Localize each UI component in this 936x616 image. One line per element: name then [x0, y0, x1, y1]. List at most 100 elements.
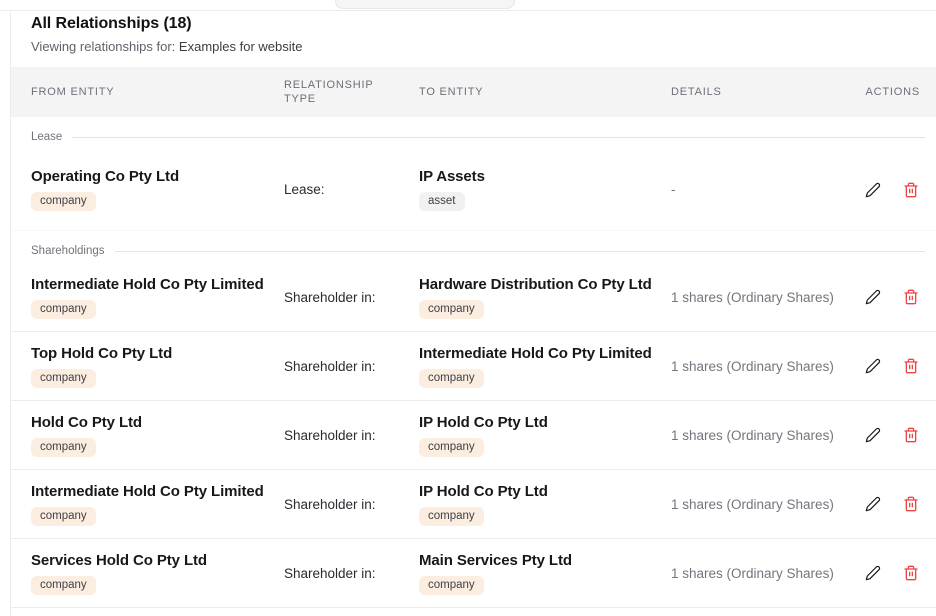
edit-button[interactable]: [864, 181, 881, 198]
from-entity-name: Services Hold Co Pty Ltd: [31, 552, 284, 570]
column-header-relationship-type: RELATIONSHIP TYPE: [284, 78, 384, 106]
section-header: Shareholdings: [11, 231, 936, 263]
to-entity-cell: Main Services Pty Ltd company: [419, 552, 671, 595]
edit-button[interactable]: [864, 565, 881, 582]
to-entity-cell: Hardware Distribution Co Pty Ltd company: [419, 276, 671, 319]
column-header-details: DETAILS: [671, 85, 856, 99]
from-entity-type-badge: company: [31, 300, 96, 319]
relationship-type-cell: Lease:: [284, 182, 419, 197]
to-entity-name: Hardware Distribution Co Pty Ltd: [419, 276, 671, 294]
trash-icon: [903, 289, 919, 305]
to-entity-type-badge: company: [419, 300, 484, 319]
edit-button[interactable]: [864, 358, 881, 375]
section-label: Lease: [31, 131, 62, 143]
relationship-row: Intermediate Hold Co Pty Limited company…: [11, 263, 936, 332]
trash-icon: [903, 496, 919, 512]
from-entity-type-badge: company: [31, 507, 96, 526]
delete-button[interactable]: [902, 427, 919, 444]
relationship-row: Hold Co Pty Ltd company Shareholder in: …: [11, 401, 936, 470]
delete-button[interactable]: [902, 289, 919, 306]
from-entity-type-badge: company: [31, 576, 96, 595]
details-cell: 1 shares (Ordinary Shares): [671, 566, 856, 581]
edit-button[interactable]: [864, 427, 881, 444]
column-header-from-entity: FROM ENTITY: [31, 85, 284, 99]
to-entity-name: IP Hold Co Pty Ltd: [419, 483, 671, 501]
details-cell: 1 shares (Ordinary Shares): [671, 359, 856, 374]
actions-cell: [856, 496, 936, 513]
delete-button[interactable]: [902, 565, 919, 582]
from-entity-type-badge: company: [31, 369, 96, 388]
to-entity-cell: IP Assets asset: [419, 168, 671, 211]
from-entity-type-badge: company: [31, 438, 96, 457]
trash-icon: [903, 427, 919, 443]
from-entity-name: Intermediate Hold Co Pty Limited: [31, 483, 284, 501]
to-entity-name: IP Assets: [419, 168, 671, 186]
details-cell: 1 shares (Ordinary Shares): [671, 497, 856, 512]
relationships-panel: All Relationships (18) Viewing relations…: [10, 11, 936, 616]
actions-cell: [856, 289, 936, 306]
to-entity-cell: IP Hold Co Pty Ltd company: [419, 483, 671, 526]
relationship-type-cell: Shareholder in:: [284, 290, 419, 305]
delete-button[interactable]: [902, 496, 919, 513]
details-cell: 1 shares (Ordinary Shares): [671, 290, 856, 305]
relationship-type-cell: Shareholder in:: [284, 428, 419, 443]
pencil-icon: [865, 427, 881, 443]
section-divider-line: [72, 137, 925, 138]
panel-header: All Relationships (18) Viewing relations…: [11, 11, 936, 54]
trash-icon: [903, 565, 919, 581]
column-header-to-entity: TO ENTITY: [419, 85, 671, 99]
relationship-row: Services Hold Co Pty Ltd company Shareho…: [11, 539, 936, 608]
relationship-row: Operating Co Pty Ltd company Lease: IP A…: [11, 149, 936, 231]
page-subtitle: Viewing relationships for: Examples for …: [31, 39, 916, 54]
from-entity-name: Top Hold Co Pty Ltd: [31, 345, 284, 363]
to-entity-cell: Intermediate Hold Co Pty Limited company: [419, 345, 671, 388]
to-entity-name: Main Services Pty Ltd: [419, 552, 671, 570]
to-entity-type-badge: company: [419, 369, 484, 388]
from-entity-cell: Intermediate Hold Co Pty Limited company: [31, 276, 284, 319]
relationship-row: Top Hold Co Pty Ltd company Shareholder …: [11, 332, 936, 401]
relationship-row: Intermediate Hold Co Pty Limited company…: [11, 470, 936, 539]
edit-button[interactable]: [864, 496, 881, 513]
to-entity-name: Intermediate Hold Co Pty Limited: [419, 345, 671, 363]
from-entity-name: Intermediate Hold Co Pty Limited: [31, 276, 284, 294]
from-entity-cell: Operating Co Pty Ltd company: [31, 168, 284, 211]
pencil-icon: [865, 496, 881, 512]
subtitle-entity-name: Examples for website: [179, 39, 303, 54]
section-divider-line: [115, 251, 925, 252]
from-entity-name: Operating Co Pty Ltd: [31, 168, 284, 186]
from-entity-cell: Top Hold Co Pty Ltd company: [31, 345, 284, 388]
to-entity-type-badge: company: [419, 438, 484, 457]
actions-cell: [856, 358, 936, 375]
edit-button[interactable]: [864, 289, 881, 306]
from-entity-name: Hold Co Pty Ltd: [31, 414, 284, 432]
to-entity-cell: IP Hold Co Pty Ltd company: [419, 414, 671, 457]
relationship-type-cell: Shareholder in:: [284, 497, 419, 512]
details-cell: 1 shares (Ordinary Shares): [671, 428, 856, 443]
column-header-actions: ACTIONS: [856, 85, 936, 99]
delete-button[interactable]: [902, 181, 919, 198]
trash-icon: [903, 182, 919, 198]
section-label: Shareholdings: [31, 245, 105, 257]
details-cell: -: [671, 182, 856, 197]
delete-button[interactable]: [902, 358, 919, 375]
actions-cell: [856, 427, 936, 444]
from-entity-cell: Intermediate Hold Co Pty Limited company: [31, 483, 284, 526]
table-header: FROM ENTITY RELATIONSHIP TYPE TO ENTITY …: [11, 67, 936, 117]
subtitle-prefix: Viewing relationships for:: [31, 39, 175, 54]
pencil-icon: [865, 358, 881, 374]
to-entity-name: IP Hold Co Pty Ltd: [419, 414, 671, 432]
from-entity-cell: Services Hold Co Pty Ltd company: [31, 552, 284, 595]
actions-cell: [856, 181, 936, 198]
cropped-top-control[interactable]: [335, 0, 515, 9]
relationship-type-cell: Shareholder in:: [284, 566, 419, 581]
to-entity-type-badge: company: [419, 576, 484, 595]
pencil-icon: [865, 565, 881, 581]
pencil-icon: [865, 182, 881, 198]
page-title: All Relationships (18): [31, 14, 916, 34]
from-entity-cell: Hold Co Pty Ltd company: [31, 414, 284, 457]
table-body: Lease Operating Co Pty Ltd company Lease…: [11, 117, 936, 608]
pencil-icon: [865, 289, 881, 305]
to-entity-type-badge: company: [419, 507, 484, 526]
trash-icon: [903, 358, 919, 374]
from-entity-type-badge: company: [31, 192, 96, 211]
